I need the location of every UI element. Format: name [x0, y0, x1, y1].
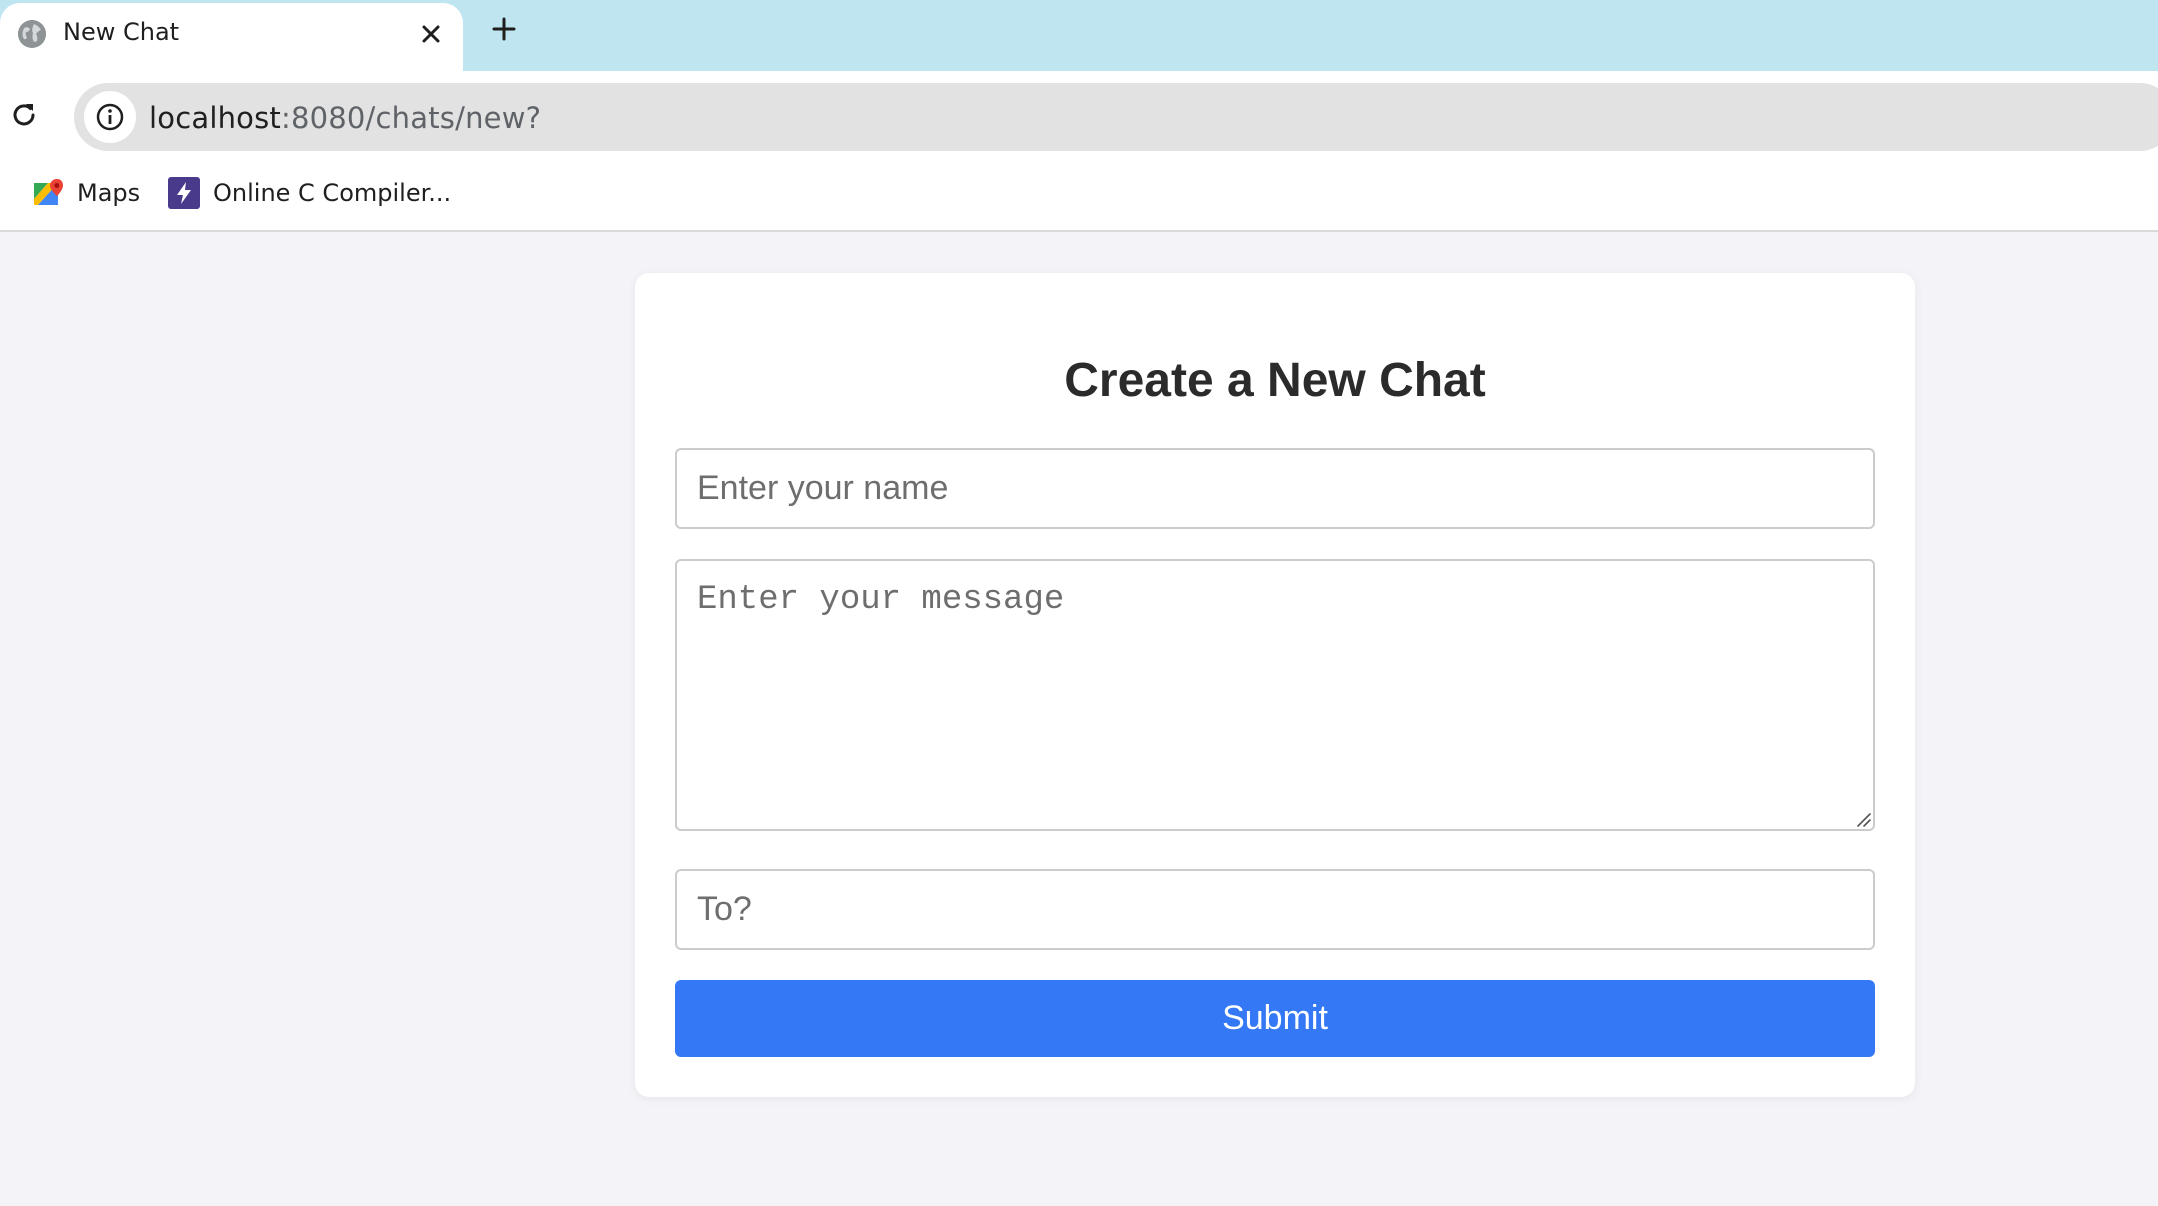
- browser-toolbar: localhost:8080/chats/new?: [0, 71, 2158, 156]
- bolt-icon: [168, 177, 200, 209]
- resize-handle-icon[interactable]: [1853, 809, 1871, 827]
- bookmark-online-c-compiler[interactable]: Online C Compiler...: [168, 176, 451, 210]
- bookmark-label: Online C Compiler...: [213, 179, 452, 207]
- tab-strip: New Chat: [0, 0, 2158, 71]
- plus-icon[interactable]: [485, 10, 523, 48]
- bookmark-label: Maps: [77, 179, 141, 207]
- address-path: :8080/chats/new?: [280, 101, 542, 135]
- close-icon[interactable]: [414, 17, 448, 51]
- maps-icon: [34, 179, 63, 205]
- bookmark-maps[interactable]: Maps: [32, 176, 140, 210]
- tab-title: New Chat: [63, 18, 180, 46]
- globe-icon: [18, 20, 46, 48]
- address-bar[interactable]: localhost:8080/chats/new?: [74, 83, 2158, 151]
- browser-tab[interactable]: New Chat: [0, 3, 463, 71]
- address-host: localhost: [149, 101, 281, 135]
- address-url: localhost:8080/chats/new?: [149, 101, 541, 135]
- new-chat-card: Create a New Chat Submit: [635, 273, 1915, 1097]
- name-input[interactable]: [675, 448, 1875, 529]
- page-title: Create a New Chat: [1064, 354, 1486, 407]
- recipient-input[interactable]: [675, 869, 1875, 950]
- reload-icon[interactable]: [6, 97, 42, 133]
- bookmarks-bar: Maps Online C Compiler...: [0, 156, 2158, 232]
- submit-button[interactable]: Submit: [675, 980, 1875, 1057]
- message-input[interactable]: [675, 559, 1875, 831]
- info-icon[interactable]: [84, 91, 136, 143]
